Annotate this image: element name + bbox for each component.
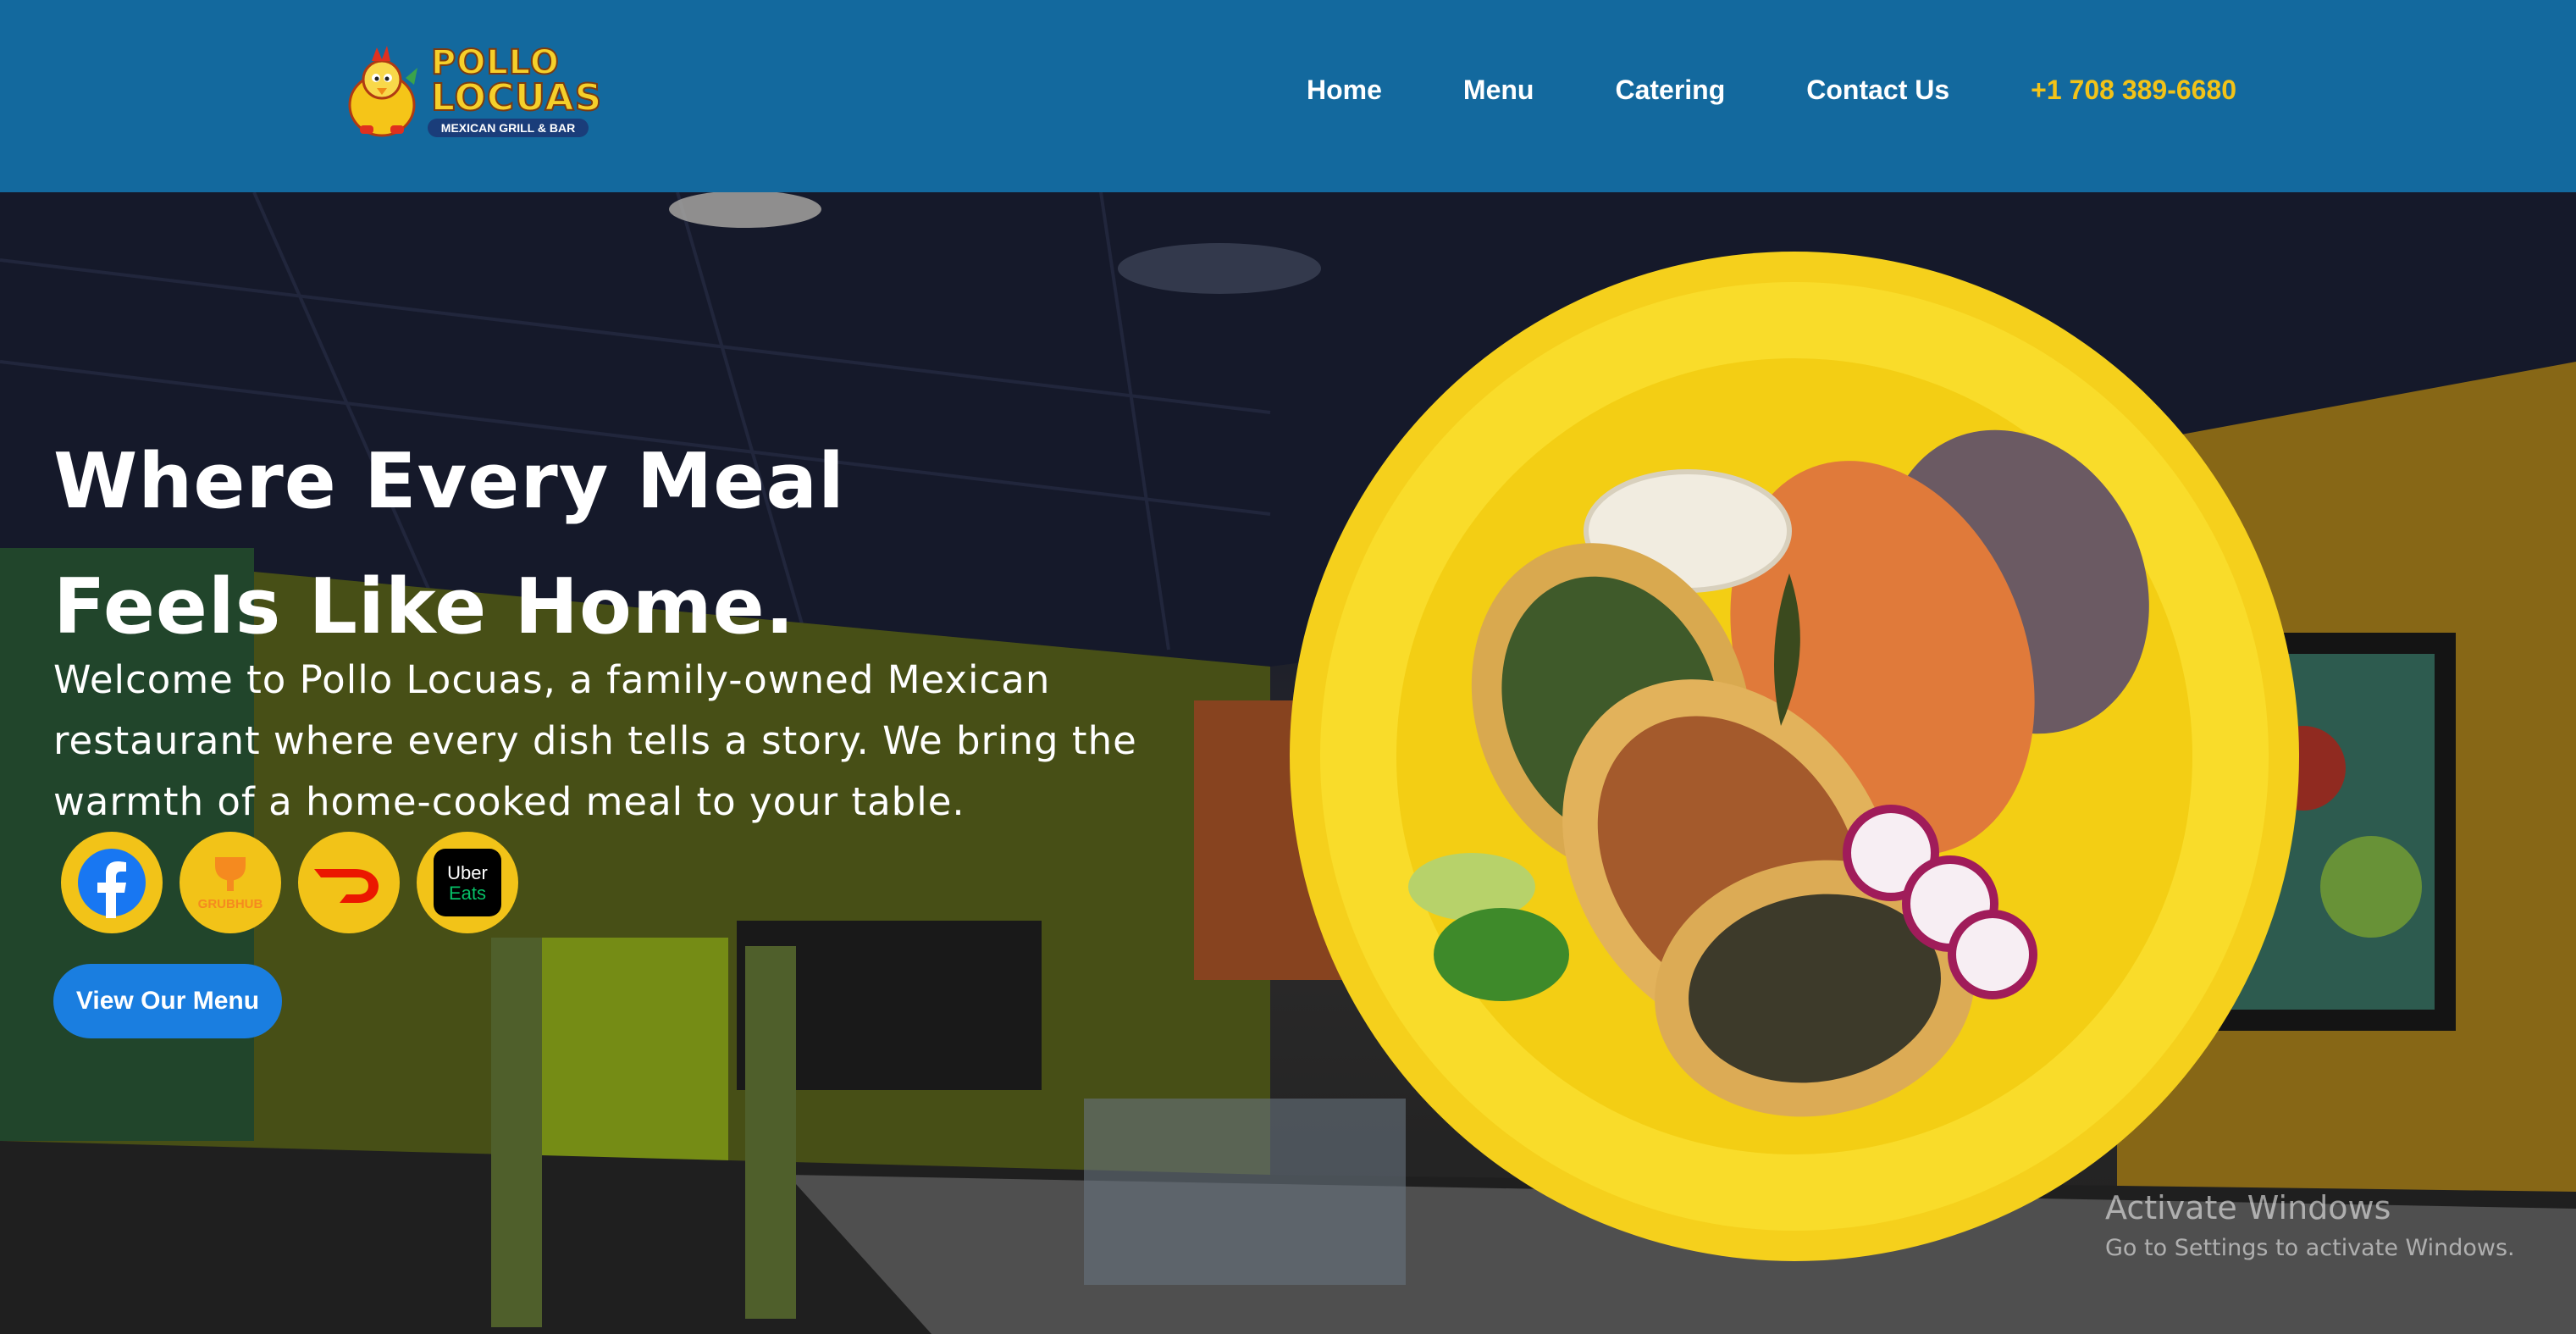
grubhub-link[interactable]: GRUBHUB (180, 832, 281, 933)
logo-tagline: MEXICAN GRILL & BAR (428, 119, 589, 137)
hero-section: Where Every Meal Feels Like Home. Welcom… (0, 192, 2576, 1334)
nav-home-link[interactable]: Home (1307, 75, 1382, 106)
logo-text-locuas: LOCUAS (430, 76, 603, 119)
activation-title: Activate Windows (2105, 1189, 2391, 1226)
site-header: POLLO LOCUAS MEXICAN GRILL & BAR Home Me… (0, 0, 2576, 192)
grubhub-label: GRUBHUB (198, 897, 263, 911)
pollo-locuas-logo[interactable]: POLLO LOCUAS MEXICAN GRILL & BAR (343, 43, 602, 141)
facebook-icon (78, 849, 146, 918)
uber-eats-label-top: Uber (447, 862, 488, 883)
nav-catering-link[interactable]: Catering (1615, 75, 1725, 106)
logo-text-pollo: POLLO (430, 43, 560, 82)
phone-link[interactable]: +1 708 389-6680 (2031, 75, 2236, 106)
main-nav: Home Menu Catering Contact Us +1 708 389… (1307, 71, 2236, 108)
rooster-mascot-icon (348, 46, 417, 137)
doordash-link[interactable] (298, 832, 400, 933)
nav-contact-link[interactable]: Contact Us (1806, 75, 1949, 106)
view-menu-button[interactable]: View Our Menu (53, 964, 282, 1038)
social-links: GRUBHUB Uber Eats (61, 832, 518, 933)
nav-menu-link[interactable]: Menu (1463, 75, 1534, 106)
hero-headline-line1: Where Every Meal (53, 437, 845, 526)
page: POLLO LOCUAS MEXICAN GRILL & BAR Home Me… (0, 0, 2576, 1334)
grubhub-icon: GRUBHUB (198, 857, 263, 911)
uber-eats-link[interactable]: Uber Eats (417, 832, 518, 933)
doordash-icon (314, 869, 379, 903)
activation-subtitle: Go to Settings to activate Windows. (2105, 1235, 2515, 1261)
facebook-link[interactable] (61, 832, 163, 933)
hero-description: Welcome to Pollo Locuas, a family-owned … (53, 657, 1137, 824)
uber-eats-icon: Uber Eats (434, 849, 501, 916)
uber-eats-label-bottom: Eats (449, 883, 486, 904)
tacos-plate-image (1290, 252, 2299, 1261)
hero-headline: Where Every Meal Feels Like Home. (53, 419, 985, 670)
windows-activation-watermark: Activate Windows Go to Settings to activ… (2105, 1189, 2515, 1261)
